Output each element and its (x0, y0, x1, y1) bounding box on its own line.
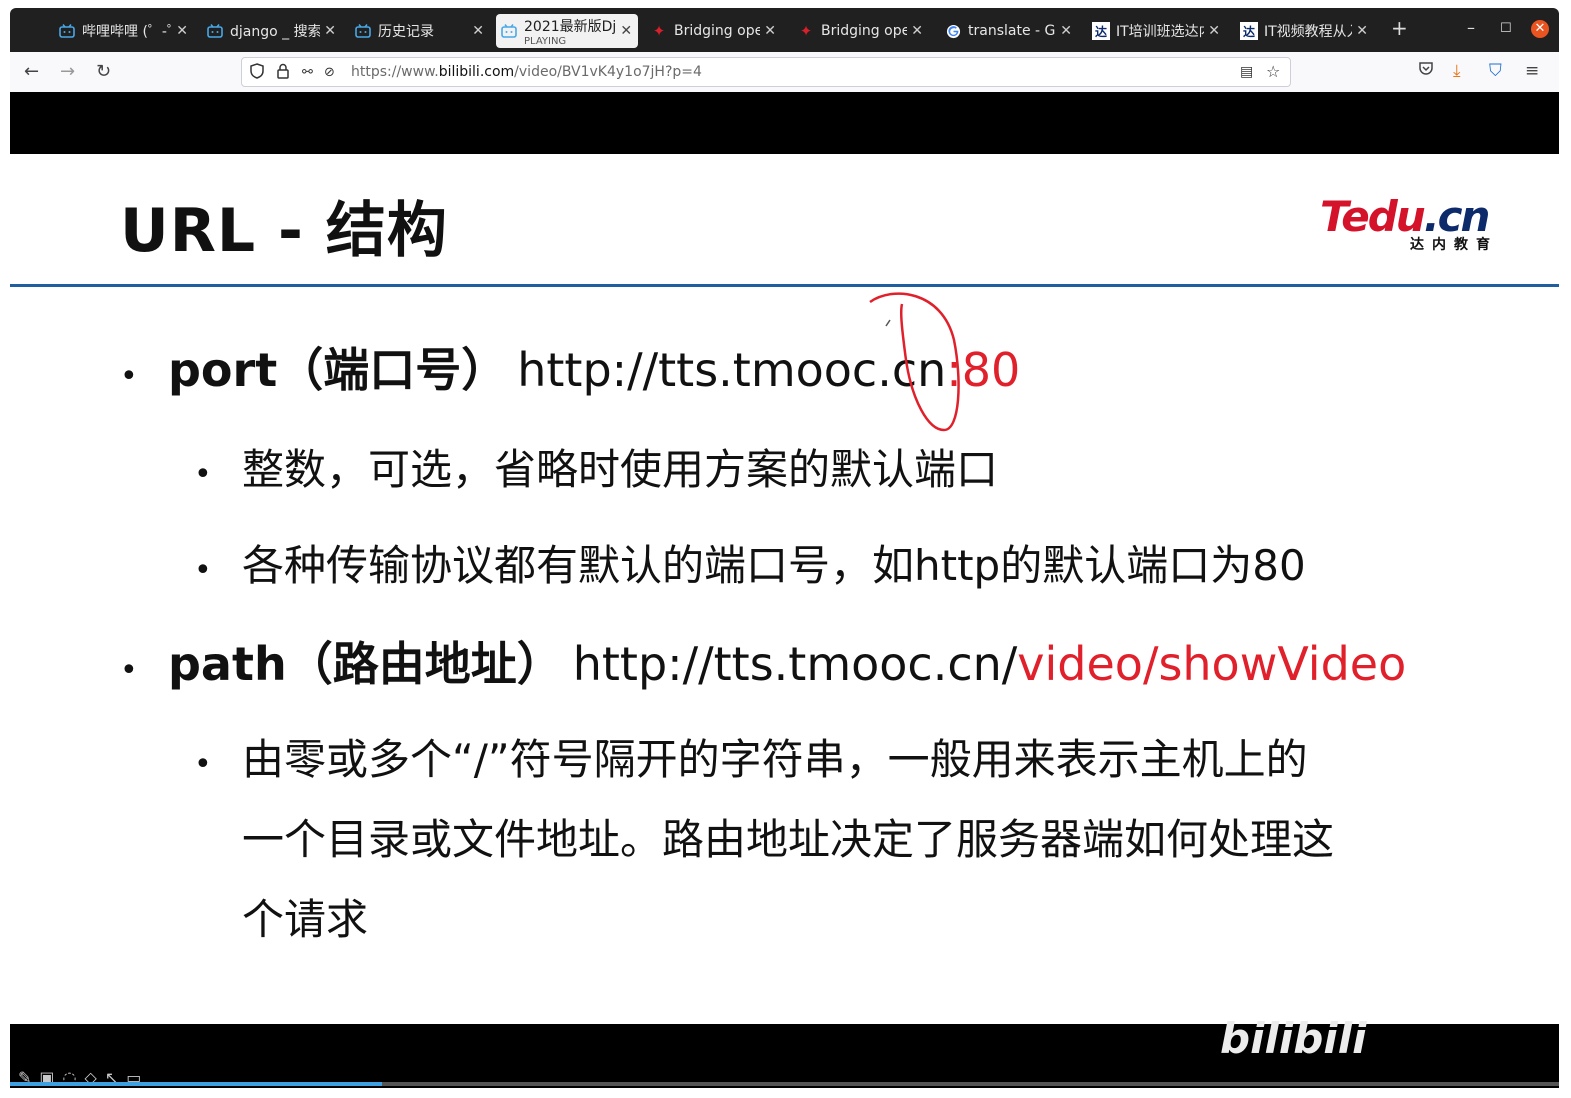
autoplay-blocked-icon[interactable]: ⊘ (324, 65, 335, 80)
close-icon[interactable]: ✕ (1208, 23, 1220, 39)
maximize-button[interactable]: ☐ (1500, 21, 1512, 36)
close-icon[interactable]: ✕ (620, 23, 632, 39)
minimize-button[interactable]: – (1467, 18, 1475, 37)
port-note-1-text: 整数，可选，省略时使用方案的默认端口 (242, 445, 999, 494)
logo-main: Tedu (1320, 192, 1426, 241)
bilibili-icon (500, 22, 518, 40)
bullet-path: • path（路由地址） http://tts.tmooc.cn/video/s… (120, 628, 1406, 694)
pocket-icon[interactable] (1418, 61, 1434, 81)
maple-leaf-icon: ✦ (652, 22, 666, 40)
bullet-dot: • (194, 747, 212, 782)
tab-title: 历史记录 (378, 24, 434, 40)
playing-indicator: PLAYING (524, 35, 567, 47)
video-progress-bar[interactable] (10, 1082, 1559, 1086)
url-text[interactable]: https://www.bilibili.com/video/BV1vK4y1o… (351, 64, 702, 80)
reload-button[interactable]: ↻ (96, 61, 111, 82)
bookmark-star-icon[interactable]: ☆ (1266, 62, 1280, 81)
tab-google-translate[interactable]: translate - Go ✕ (944, 14, 1072, 48)
close-icon[interactable]: ✕ (1356, 23, 1368, 39)
permissions-icon[interactable]: ⚯ (302, 65, 313, 80)
bullet-dot: • (194, 457, 212, 492)
path-note: • 由零或多个“/”符号隔开的字符串，一般用来表示主机上的 (194, 726, 1308, 787)
video-player[interactable]: URL - 结构 Tedu.cn 达内教育 • port（端口号） http:/… (10, 92, 1559, 1088)
bilibili-icon (206, 22, 224, 40)
path-note-line-1: 由零或多个“/”符号隔开的字符串，一般用来表示主机上的 (242, 735, 1308, 784)
lock-icon[interactable] (276, 63, 290, 83)
tedu-icon: 达 (1240, 22, 1258, 40)
close-icon[interactable]: ✕ (324, 23, 336, 39)
tab-tedu-training[interactable]: 达 IT培训班选达内 ✕ (1092, 14, 1220, 48)
tab-title: Bridging oper (821, 23, 908, 39)
maple-leaf-icon: ✦ (799, 22, 813, 40)
download-icon[interactable]: ⤓ (1453, 61, 1461, 81)
tab-history[interactable]: 历史记录 ✕ (354, 14, 484, 48)
tab-title: 2021最新版Dj (524, 18, 617, 35)
tab-title: django _ 搜索 (230, 24, 321, 40)
tab-bridging-2[interactable]: ✦ Bridging oper ✕ (797, 14, 923, 48)
port-label: port（端口号） (168, 343, 508, 397)
bullet-dot: • (120, 359, 138, 394)
path-highlight: video/showVideo (1017, 637, 1407, 691)
tab-bilibili-home[interactable]: 哔哩哔哩 (゜-゜ ✕ (58, 14, 188, 48)
path-url: http://tts.tmooc.cn/ (572, 637, 1018, 691)
tab-strip: 哔哩哔哩 (゜-゜ ✕ django _ 搜索 ✕ 历史记录 ✕ 2021最新版… (10, 8, 1559, 52)
tedu-logo: Tedu.cn 达内教育 (1320, 192, 1520, 256)
path-note-line-3: 个请求 (242, 895, 369, 944)
url-prefix: https://www. (351, 64, 439, 80)
bilibili-icon (354, 22, 372, 40)
forward-button[interactable]: → (60, 61, 75, 82)
window-close-button[interactable]: ✕ (1531, 20, 1549, 38)
tab-django-video-playing[interactable]: 2021最新版Dj PLAYING ✕ (496, 14, 638, 48)
url-bar[interactable]: ⚯ ⊘ https://www.bilibili.com/video/BV1vK… (241, 57, 1291, 87)
path-label: path（路由地址） (168, 637, 563, 691)
url-domain: bilibili.com (438, 64, 515, 80)
path-note-cont-1: 一个目录或文件地址。路由地址决定了服务器端如何处理这 (242, 806, 1334, 867)
bilibili-watermark: bilibili (1220, 1014, 1367, 1063)
logo-subtitle: 达内教育 (1410, 237, 1498, 253)
bilibili-icon (58, 22, 76, 40)
google-icon (944, 22, 962, 40)
browser-window: 哔哩哔哩 (゜-゜ ✕ django _ 搜索 ✕ 历史记录 ✕ 2021最新版… (10, 8, 1559, 1088)
bullet-dot: • (120, 653, 138, 688)
close-icon[interactable]: ✕ (176, 23, 188, 39)
tab-title: IT视频教程从入 (1264, 24, 1353, 40)
tab-bridging-1[interactable]: ✦ Bridging oper ✕ (650, 14, 776, 48)
extension-icon[interactable]: ⛉ (1489, 61, 1502, 81)
tedu-icon: 达 (1092, 22, 1110, 40)
close-icon[interactable]: ✕ (764, 23, 776, 39)
new-tab-button[interactable]: + (1391, 16, 1408, 40)
tab-tedu-video[interactable]: 达 IT视频教程从入 ✕ (1240, 14, 1368, 48)
slide: URL - 结构 Tedu.cn 达内教育 • port（端口号） http:/… (10, 154, 1559, 1087)
tab-title: IT培训班选达内 (1116, 24, 1205, 40)
navigation-toolbar: ← → ↻ ⚯ ⊘ https://www.bilibili.com/video… (10, 52, 1559, 93)
close-icon[interactable]: ✕ (472, 23, 484, 39)
port-note-2: • 各种传输协议都有默认的端口号，如http的默认端口为80 (194, 532, 1306, 593)
close-icon[interactable]: ✕ (1060, 23, 1072, 39)
bullet-dot: • (194, 553, 212, 588)
port-note-1: • 整数，可选，省略时使用方案的默认端口 (194, 436, 998, 497)
path-note-cont-2: 个请求 (242, 886, 368, 947)
back-button[interactable]: ← (24, 61, 39, 82)
red-circle-annotation (869, 292, 960, 432)
close-icon[interactable]: ✕ (911, 23, 923, 39)
progress-fill (10, 1082, 382, 1086)
port-note-2-text: 各种传输协议都有默认的端口号，如http的默认端口为80 (242, 541, 1306, 590)
reader-view-icon[interactable]: ▤ (1240, 64, 1253, 80)
tab-title: translate - Go (968, 23, 1057, 39)
title-divider (10, 284, 1559, 287)
path-note-line-2: 一个目录或文件地址。路由地址决定了服务器端如何处理这 (242, 815, 1335, 864)
tab-title: Bridging oper (674, 23, 761, 39)
shield-icon[interactable] (250, 63, 264, 83)
url-path: /video/BV1vK4y1o7jH?p=4 (514, 64, 702, 80)
tab-title: 哔哩哔哩 (゜-゜ (82, 24, 173, 40)
menu-icon[interactable]: ≡ (1525, 61, 1539, 81)
tab-django-search[interactable]: django _ 搜索 ✕ (206, 14, 336, 48)
slide-title: URL - 结构 (120, 196, 448, 266)
